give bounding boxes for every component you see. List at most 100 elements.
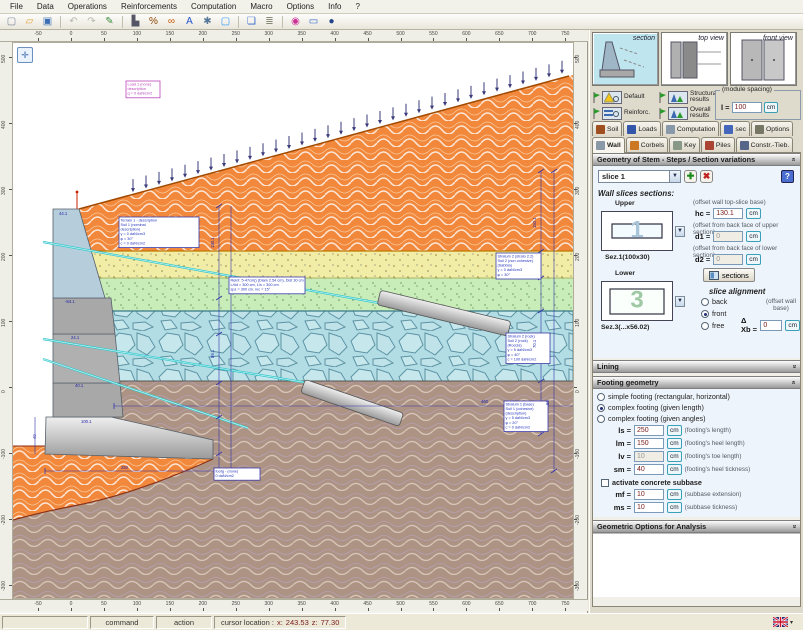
toggle-default[interactable]: Default [592, 89, 658, 105]
subbase-ms-unit-button[interactable]: cm [667, 502, 682, 513]
window-view-button[interactable]: ▢ [217, 15, 234, 29]
load-label[interactable]: Load 1 (none)descriptionq = 0 daN/cm2 [126, 81, 160, 98]
binoculars-button[interactable]: ∞ [163, 15, 180, 29]
tab-loads[interactable]: Loads [623, 121, 661, 136]
globe-button[interactable]: ● [323, 15, 340, 29]
report-button[interactable]: ≣ [261, 15, 278, 29]
d2-unit-button[interactable]: cm [746, 254, 761, 265]
view-section-button[interactable]: section [592, 32, 659, 86]
hc-unit-button[interactable]: cm [746, 208, 761, 219]
open-folder-button[interactable]: ▱ [21, 15, 38, 29]
subbase-mf-unit-button[interactable]: cm [667, 489, 682, 500]
hc-input[interactable] [713, 208, 743, 219]
application-window: { "menu": {"items": ["File","Data","Oper… [0, 0, 803, 630]
redo-button[interactable]: ↷ [83, 15, 100, 29]
footing-radio-complex[interactable]: complex footing (given angles) [597, 414, 800, 423]
footing-radio-simple[interactable]: simple footing (rectangular, horizontal) [597, 392, 800, 401]
svg-text:24.1: 24.1 [71, 335, 80, 340]
d2-input[interactable] [713, 254, 743, 265]
menu-data[interactable]: Data [31, 1, 60, 12]
upper-label: Upper [615, 200, 635, 207]
menu-computation[interactable]: Computation [185, 1, 242, 12]
reinf-label[interactable]: Reinf. 5-47cm() (Diam 2.54 cm), Dist 30 … [229, 277, 305, 294]
monitor-button[interactable]: ▭ [305, 15, 322, 29]
axes-tool-button[interactable]: ✛ [17, 47, 33, 63]
footing-ls-unit-button[interactable]: cm [667, 425, 682, 436]
align-radio-front[interactable]: front [701, 309, 727, 318]
footing-radio-complex[interactable]: complex footing (given length) [597, 403, 800, 412]
footing-lm-unit-button[interactable]: cm [667, 438, 682, 449]
undo-button[interactable]: ↶ [65, 15, 82, 29]
menu-operations[interactable]: Operations [62, 1, 113, 12]
footing-ls-input[interactable] [634, 425, 664, 436]
sections-button[interactable]: sections [703, 268, 755, 282]
subbase-ms-input[interactable] [634, 502, 664, 513]
base-label[interactable]: Stratum 1 (base)Soil 1 (cohesive)(descri… [504, 401, 548, 432]
tab-constrtieb[interactable]: Constr.-Tieb. [736, 137, 794, 152]
slice-dropdown[interactable]: slice 1 ▼ [598, 170, 681, 183]
tab-sec-icon [724, 125, 733, 134]
tab-sec[interactable]: sec [720, 121, 750, 136]
percent-tool-button[interactable]: % [145, 15, 162, 29]
new-file-button[interactable]: ▢ [3, 15, 20, 29]
footing-sm-input[interactable] [634, 464, 664, 475]
lower-section-dropdown[interactable]: ▼ [675, 296, 685, 307]
footing-lv-unit-button[interactable]: cm [667, 451, 682, 462]
menu-[interactable]: ? [349, 1, 365, 12]
geo-options-header[interactable]: Geometric Options for Analysis » [593, 520, 800, 533]
tab-piles[interactable]: Piles [701, 137, 735, 152]
module-spacing-input[interactable] [732, 102, 762, 113]
status-empty-segment [2, 616, 88, 629]
wall-tool-button[interactable]: ▙ [127, 15, 144, 29]
add-slice-button[interactable]: ✚ [684, 170, 697, 183]
footing-lv-input[interactable] [634, 451, 664, 462]
help-button[interactable]: ? [781, 170, 794, 183]
toggle-reinforc-[interactable]: Reinforc. [592, 105, 658, 121]
edit-data-button[interactable]: ✎ [101, 15, 118, 29]
text-tool-button[interactable]: A [181, 15, 198, 29]
tab-corbels[interactable]: Corbels [626, 137, 668, 152]
delete-slice-button[interactable]: ✖ [700, 170, 713, 183]
upper-section-preview[interactable]: 1 [601, 211, 673, 251]
tab-soil[interactable]: Soil [592, 121, 622, 136]
language-selector[interactable]: ▾ [773, 617, 793, 627]
save-button[interactable]: ▣ [39, 15, 56, 29]
menu-options[interactable]: Options [281, 1, 321, 12]
view-front-button[interactable]: front view [730, 32, 797, 86]
upper-section-dropdown[interactable]: ▼ [675, 226, 685, 237]
footing-lm-input[interactable] [634, 438, 664, 449]
tab-key[interactable]: Key [669, 137, 700, 152]
subbase-mf-input[interactable] [634, 489, 664, 500]
dxb-input[interactable] [760, 320, 782, 331]
cascade-windows-button[interactable]: ❏ [243, 15, 260, 29]
rock-label[interactable]: Stratum 2 (rock)Soil 2 (rock)(Roccia)γ =… [506, 333, 550, 364]
view-top-button[interactable]: top view [661, 32, 728, 86]
dxb-unit-button[interactable]: cm [785, 320, 800, 331]
lower-section-preview[interactable]: 3 [601, 281, 673, 321]
drawing-canvas[interactable]: Load 1 (none)descriptionq = 0 daN/cm2 Ter… [13, 43, 573, 598]
footing-label[interactable]: footg - (none)0 daN/cm2 [214, 468, 260, 480]
menu-info[interactable]: Info [322, 1, 347, 12]
tab-options[interactable]: Options [751, 121, 793, 136]
menu-reinforcements[interactable]: Reinforcements [115, 1, 183, 12]
soil1-label[interactable]: Terrain 1 - descriptionSoil 1 (nominalde… [119, 217, 199, 248]
menu-macro[interactable]: Macro [244, 1, 278, 12]
menu-file[interactable]: File [4, 1, 29, 12]
footing-section-header[interactable]: Footing geometry » [593, 376, 800, 389]
stratum2-label[interactable]: Stratum 2 (strato 2.2)Soil 2 (non cohesi… [496, 253, 541, 279]
subbase-checkbox-row[interactable]: activate concrete subbase [601, 478, 800, 487]
subbase-checkbox[interactable] [601, 479, 609, 487]
color-options-button[interactable]: ◉ [287, 15, 304, 29]
d1-input[interactable] [713, 231, 743, 242]
footing-sm-unit-button[interactable]: cm [667, 464, 682, 475]
stem-section-header[interactable]: Geometry of Stem - Steps / Section varia… [593, 153, 800, 166]
display-toggles: DefaultReinforc.Structural resultsOveral… [592, 89, 714, 121]
lining-section-header[interactable]: Lining » [593, 360, 800, 373]
d1-unit-button[interactable]: cm [746, 231, 761, 242]
module-spacing-unit-button[interactable]: cm [764, 102, 779, 113]
compute-button[interactable]: ✱ [199, 15, 216, 29]
align-radio-free[interactable]: free [701, 321, 727, 330]
tab-wall[interactable]: Wall [592, 137, 625, 153]
align-radio-back[interactable]: back [701, 297, 727, 306]
tab-computation[interactable]: Computation [662, 121, 720, 136]
